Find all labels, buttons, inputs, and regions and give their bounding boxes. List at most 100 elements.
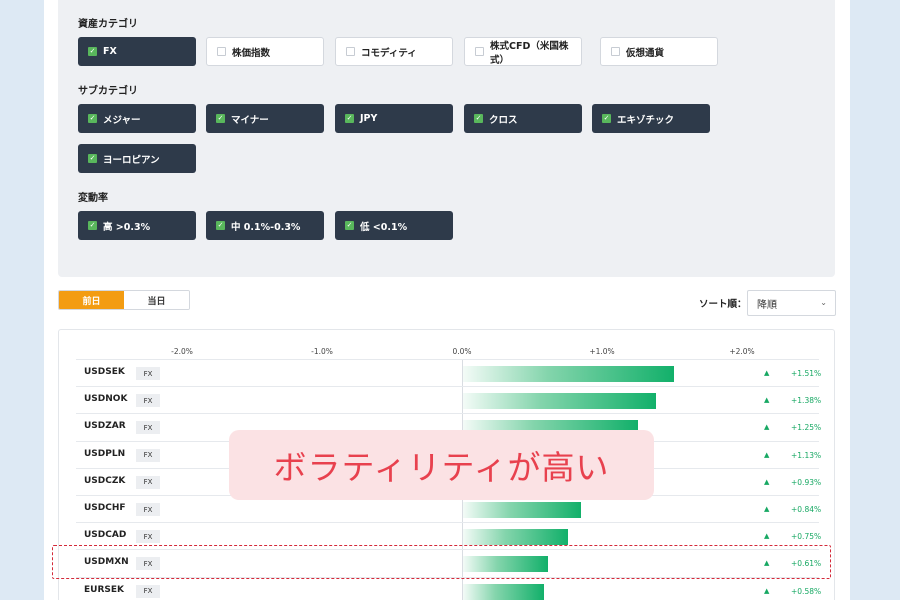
symbol-name[interactable]: EURSEK (84, 585, 124, 595)
value-label: +0.58% (791, 586, 822, 596)
value-label: +0.84% (791, 505, 822, 514)
row-highlight (52, 545, 831, 579)
filter-chip[interactable]: 株式CFD（米国株式） (464, 37, 582, 66)
symbol-name[interactable]: USDCZK (84, 476, 125, 486)
filter-chip-label: 中 0.1%-0.3% (231, 221, 301, 233)
asset-category-label: 資産カテゴリ (78, 19, 138, 30)
x-axis-tick-label: +2.0% (729, 347, 755, 356)
sort-select[interactable]: 降順 ⌄ (747, 290, 836, 316)
filter-chip[interactable]: ✓ エキゾチック (592, 104, 710, 133)
bar-mark (463, 393, 657, 410)
checkbox-checked-icon: ✓ (88, 154, 97, 163)
value-label: +0.93% (791, 477, 822, 487)
row-divider (76, 359, 819, 360)
filter-chip-label: FX (103, 46, 117, 57)
row-divider (76, 413, 819, 415)
chevron-down-icon: ⌄ (820, 298, 827, 307)
row-divider (76, 522, 819, 524)
filter-chip[interactable]: ✓ 低 <0.1% (335, 211, 453, 240)
filter-chip[interactable]: 株価指数 (206, 37, 324, 66)
checkbox-empty-icon (611, 47, 620, 56)
x-axis-tick-label: 0.0% (452, 347, 472, 356)
x-axis-tick-label: -1.0% (311, 347, 333, 356)
symbol-name[interactable]: USDZAR (84, 421, 126, 431)
checkbox-checked-icon: ✓ (345, 221, 354, 230)
symbol-name[interactable]: USDCHF (84, 503, 126, 513)
bar-mark (463, 502, 581, 518)
filter-chip-label: 高 >0.3% (103, 221, 151, 233)
filter-chip[interactable]: ✓ マイナー (206, 104, 324, 133)
filter-chip-label: マイナー (231, 114, 269, 126)
checkbox-checked-icon: ✓ (88, 47, 97, 56)
up-arrow-icon: ▲ (764, 423, 770, 432)
checkbox-empty-icon (475, 47, 484, 56)
symbol-name[interactable]: USDNOK (84, 394, 127, 404)
category-tag: FX (136, 584, 160, 598)
up-arrow-icon: ▲ (764, 450, 770, 459)
filter-chip[interactable]: ✓ 中 0.1%-0.3% (206, 211, 324, 240)
filter-chip-label: 株価指数 (232, 47, 271, 59)
category-tag: FX (136, 421, 160, 435)
callout-banner: ボラティリティが高い (229, 430, 654, 500)
volatility-label: 変動率 (78, 193, 108, 204)
checkbox-checked-icon: ✓ (345, 114, 354, 123)
row-divider (76, 386, 819, 388)
x-axis-tick-label: -2.0% (171, 347, 193, 356)
bar-mark (463, 529, 568, 546)
value-label: +0.75% (791, 532, 822, 542)
up-arrow-icon: ▲ (764, 369, 770, 377)
filter-chip-label: コモディティ (361, 47, 417, 59)
up-arrow-icon: ▲ (764, 477, 770, 486)
bar-mark (463, 366, 675, 382)
filter-chip[interactable]: ✓ JPY (335, 104, 453, 133)
symbol-name[interactable]: USDCAD (84, 530, 126, 540)
checkbox-empty-icon (217, 47, 226, 56)
bar-mark (463, 583, 545, 600)
category-tag: FX (136, 530, 160, 544)
checkbox-checked-icon: ✓ (474, 114, 483, 123)
up-arrow-icon: ▲ (764, 586, 770, 595)
up-arrow-icon: ▲ (764, 396, 770, 405)
checkbox-empty-icon (346, 47, 355, 56)
symbol-name[interactable]: USDPLN (84, 449, 125, 459)
value-label: +1.25% (791, 423, 822, 433)
filter-chip-label: クロス (489, 114, 518, 126)
filter-chip[interactable]: 仮想通貨 (600, 37, 718, 66)
category-tag: FX (136, 367, 160, 380)
value-label: +1.51% (791, 369, 822, 378)
filter-chip[interactable]: ✓ ヨーロピアン (78, 144, 196, 173)
sub-category-label: サブカテゴリ (78, 86, 138, 97)
filter-chip-label: 株式CFD（米国株式） (490, 40, 569, 66)
tab-previous-day[interactable]: 前日 (59, 291, 124, 309)
filter-chip[interactable]: ✓ 高 >0.3% (78, 211, 196, 240)
filter-chip-label: エキゾチック (617, 114, 675, 126)
sort-label: ソート順： (699, 299, 747, 310)
period-tabs: 前日 当日 (58, 290, 190, 310)
value-label: +1.13% (791, 450, 822, 460)
up-arrow-icon: ▲ (764, 532, 770, 541)
filter-chip[interactable]: ✓ FX (78, 37, 196, 66)
category-tag: FX (136, 475, 160, 489)
filter-chip-label: 仮想通貨 (626, 47, 665, 59)
filter-chip[interactable]: ✓ クロス (464, 104, 582, 133)
checkbox-checked-icon: ✓ (216, 114, 225, 123)
x-axis-tick-label: +1.0% (589, 347, 615, 356)
category-tag: FX (136, 503, 160, 516)
category-tag: FX (136, 448, 160, 462)
checkbox-checked-icon: ✓ (88, 221, 97, 230)
category-tag: FX (136, 394, 160, 408)
value-label: +1.38% (791, 396, 822, 406)
filter-chip-label: 低 <0.1% (360, 221, 408, 233)
checkbox-checked-icon: ✓ (88, 114, 97, 123)
filter-chip-label: ヨーロピアン (103, 154, 160, 166)
filter-chip-label: JPY (360, 113, 378, 124)
filter-chip[interactable]: コモディティ (335, 37, 453, 66)
sort-select-value: 降順 (757, 299, 777, 311)
checkbox-checked-icon: ✓ (602, 114, 611, 123)
filter-chip-label: メジャー (103, 114, 141, 126)
up-arrow-icon: ▲ (764, 505, 770, 513)
tab-today[interactable]: 当日 (124, 291, 189, 309)
checkbox-checked-icon: ✓ (216, 221, 225, 230)
filter-chip[interactable]: ✓ メジャー (78, 104, 196, 133)
symbol-name[interactable]: USDSEK (84, 367, 125, 377)
